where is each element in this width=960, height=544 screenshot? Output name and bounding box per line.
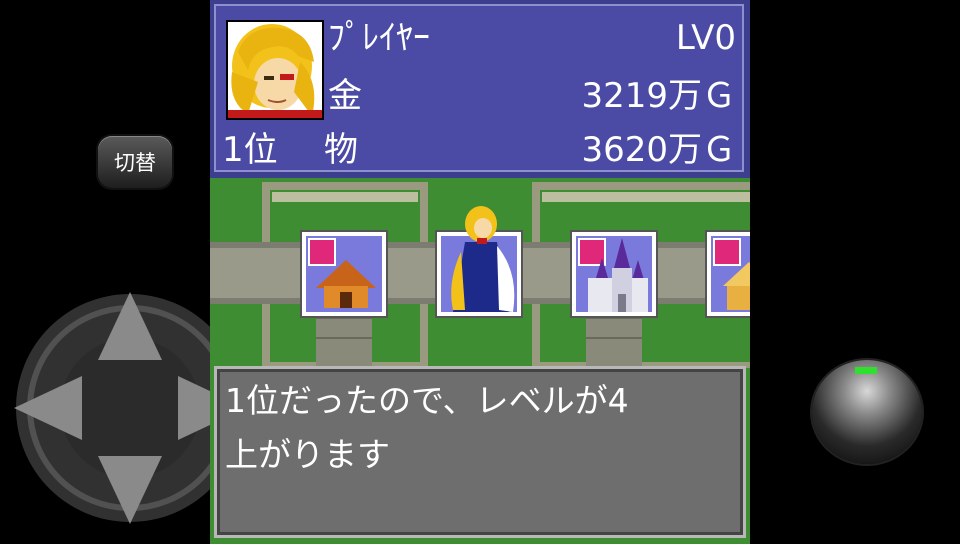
board-tile	[435, 206, 523, 318]
message-line-1: 1位だったので、レベルが4	[225, 381, 629, 420]
game-screen: ﾌﾟﾚｲﾔｰ LV0 金 3219万Ｇ 1位 物 3620万Ｇ 1位だったので、…	[210, 0, 750, 544]
action-led-indicator	[855, 367, 877, 374]
character-face-icon	[228, 22, 322, 118]
assets-value: 3620万Ｇ	[581, 130, 736, 170]
angel-icon	[451, 206, 515, 312]
switch-label: 切替	[114, 151, 156, 175]
player-name: ﾌﾟﾚｲﾔｰ	[328, 18, 430, 58]
action-button[interactable]	[812, 360, 922, 464]
game-board	[210, 178, 750, 370]
board-tile	[300, 230, 388, 318]
money-label: 金	[328, 76, 362, 116]
player-portrait	[226, 20, 324, 120]
money-value: 3219万Ｇ	[581, 76, 736, 116]
switch-button[interactable]: 切替	[98, 136, 172, 188]
house-icon	[316, 260, 376, 308]
message-box[interactable]: 1位だったので、レベルが4 上がります	[214, 366, 746, 538]
castle-icon	[588, 238, 648, 312]
board-tile	[705, 230, 750, 318]
message-line-2: 上がります	[225, 435, 390, 474]
player-level: LV0	[675, 18, 736, 58]
status-panel: ﾌﾟﾚｲﾔｰ LV0 金 3219万Ｇ 1位 物 3620万Ｇ	[210, 0, 750, 178]
player-rank: 1位	[222, 130, 278, 170]
assets-label: 物	[324, 130, 358, 170]
board-tile	[570, 230, 658, 318]
temple-icon	[723, 262, 750, 310]
